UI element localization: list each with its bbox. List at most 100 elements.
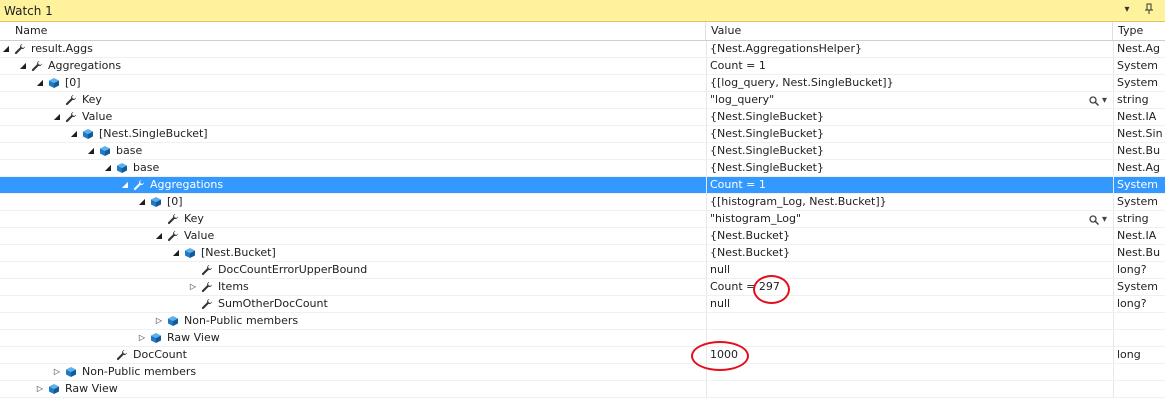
expand-arrow-icon[interactable]: ▷ (52, 366, 62, 378)
cube-icon (65, 366, 77, 378)
cube-icon (150, 332, 162, 344)
cube-icon (99, 145, 111, 157)
type-cell: Nest.Ag (1113, 41, 1165, 57)
row-value: {Nest.SingleBucket} (710, 161, 824, 174)
watch-row[interactable]: ◢ base {Nest.SingleBucket} Nest.Ag (0, 160, 1165, 177)
column-header-type[interactable]: Type (1113, 22, 1165, 40)
value-cell[interactable]: Count = 1 (706, 177, 1113, 193)
watch-row[interactable]: DocCount 1000 long (0, 347, 1165, 364)
type-cell: System (1113, 58, 1165, 74)
watch-row[interactable]: ◢ [0] {[histogram_Log, Nest.Bucket]} System (0, 194, 1165, 211)
watch-row[interactable]: ◢ base {Nest.SingleBucket} Nest.Bu (0, 143, 1165, 160)
value-cell[interactable]: {Nest.Bucket} (706, 245, 1113, 261)
collapse-arrow-icon[interactable]: ◢ (103, 162, 113, 174)
name-cell: Key (0, 211, 706, 227)
watch-row[interactable]: ◢ [0] {[log_query, Nest.SingleBucket]} Syst… (0, 75, 1165, 92)
watch-row[interactable]: ▷ Non-Public members (0, 364, 1165, 381)
wrench-icon (133, 179, 145, 191)
value-cell[interactable]: {Nest.SingleBucket} (706, 143, 1113, 159)
text-visualizer-magnifier-icon[interactable]: ▾ (1089, 93, 1107, 108)
wrench-icon (65, 94, 77, 106)
watch-row[interactable]: ◢ result.Aggs {Nest.AggregationsHelper} Nes… (0, 41, 1165, 58)
row-name: [0] (167, 195, 183, 208)
watch-window-titlebar: Watch 1 ▾ (0, 0, 1165, 22)
watch-row[interactable]: ◢ Value {Nest.Bucket} Nest.IA (0, 228, 1165, 245)
watch-row[interactable]: Key "histogram_Log" ▾ string (0, 211, 1165, 228)
value-cell[interactable] (706, 364, 1113, 380)
row-value: {Nest.SingleBucket} (710, 127, 824, 140)
collapse-arrow-icon[interactable]: ◢ (18, 60, 28, 72)
value-cell[interactable] (706, 313, 1113, 329)
column-header-name[interactable]: Name (10, 22, 706, 40)
row-value: "histogram_Log" (710, 212, 802, 225)
value-cell[interactable]: Count = 1 (706, 58, 1113, 74)
collapse-arrow-icon[interactable]: ◢ (1, 43, 11, 55)
watch-row[interactable]: SumOtherDocCount null long? (0, 296, 1165, 313)
value-cell[interactable] (706, 330, 1113, 346)
type-cell: Nest.Sin (1113, 126, 1165, 142)
chevron-down-icon[interactable]: ▾ (1120, 3, 1134, 17)
expand-arrow-icon[interactable]: ▷ (137, 332, 147, 344)
watch-row[interactable]: ▷ Raw View (0, 381, 1165, 398)
cube-icon (82, 128, 94, 140)
collapse-arrow-icon[interactable]: ◢ (154, 230, 164, 242)
text-visualizer-magnifier-icon[interactable]: ▾ (1089, 212, 1107, 227)
value-cell[interactable]: "log_query" ▾ (706, 92, 1113, 108)
row-name: [Nest.Bucket] (201, 246, 276, 259)
name-cell: ◢ Aggregations (0, 177, 706, 193)
value-cell[interactable]: {[histogram_Log, Nest.Bucket]} (706, 194, 1113, 210)
row-value: {Nest.Bucket} (710, 229, 791, 242)
value-cell[interactable]: {Nest.Bucket} (706, 228, 1113, 244)
value-cell[interactable]: {[log_query, Nest.SingleBucket]} (706, 75, 1113, 91)
value-cell[interactable]: "histogram_Log" ▾ (706, 211, 1113, 227)
value-cell[interactable]: {Nest.SingleBucket} (706, 160, 1113, 176)
type-cell: long? (1113, 296, 1165, 312)
watch-row[interactable]: ◢ Value {Nest.SingleBucket} Nest.IA (0, 109, 1165, 126)
row-name: Non-Public members (82, 365, 197, 378)
name-cell: ◢ Aggregations (0, 58, 706, 74)
value-cell[interactable]: 1000 (706, 347, 1113, 363)
watch-row[interactable]: ◢ [Nest.SingleBucket] {Nest.SingleBucket} N… (0, 126, 1165, 143)
pin-icon[interactable] (1142, 3, 1156, 17)
type-cell: string (1113, 211, 1165, 227)
type-cell: Nest.Bu (1113, 143, 1165, 159)
collapse-arrow-icon[interactable]: ◢ (171, 247, 181, 259)
expand-arrow-icon[interactable]: ▷ (154, 315, 164, 327)
annotation-circle-items-count (753, 275, 790, 304)
wrench-icon (65, 111, 77, 123)
collapse-arrow-icon[interactable]: ◢ (120, 179, 130, 191)
row-name: Raw View (167, 331, 220, 344)
value-cell[interactable]: {Nest.SingleBucket} (706, 109, 1113, 125)
value-cell[interactable] (706, 381, 1113, 397)
name-cell: SumOtherDocCount (0, 296, 706, 312)
value-cell[interactable]: {Nest.AggregationsHelper} (706, 41, 1113, 57)
expand-arrow-icon[interactable]: ▷ (188, 281, 198, 293)
row-name: Non-Public members (184, 314, 299, 327)
collapse-arrow-icon[interactable]: ◢ (137, 196, 147, 208)
watch-row[interactable]: ▷ Items Count = 297 System (0, 279, 1165, 296)
watch-row[interactable]: Key "log_query" ▾ string (0, 92, 1165, 109)
row-value: {[log_query, Nest.SingleBucket]} (710, 76, 894, 89)
value-cell[interactable]: {Nest.SingleBucket} (706, 126, 1113, 142)
chevron-down-icon[interactable]: ▾ (1102, 214, 1107, 225)
type-cell: Nest.IA (1113, 228, 1165, 244)
type-cell: Nest.IA (1113, 109, 1165, 125)
collapse-arrow-icon[interactable]: ◢ (86, 145, 96, 157)
expand-arrow-icon[interactable]: ▷ (35, 383, 45, 395)
row-name: base (116, 144, 143, 157)
column-header-value[interactable]: Value (706, 22, 1113, 40)
collapse-arrow-icon[interactable]: ◢ (35, 77, 45, 89)
watch-row[interactable]: DocCountErrorUpperBound null long? (0, 262, 1165, 279)
name-cell: ◢ [0] (0, 194, 706, 210)
watch-row[interactable]: ▷ Non-Public members (0, 313, 1165, 330)
watch-row[interactable]: ◢ Aggregations Count = 1 System (0, 58, 1165, 75)
collapse-arrow-icon[interactable]: ◢ (69, 128, 79, 140)
watch-row[interactable]: ▷ Raw View (0, 330, 1165, 347)
name-cell: ◢ [Nest.SingleBucket] (0, 126, 706, 142)
wrench-icon (167, 230, 179, 242)
watch-row[interactable]: ◢ [Nest.Bucket] {Nest.Bucket} Nest.Bu (0, 245, 1165, 262)
chevron-down-icon[interactable]: ▾ (1102, 95, 1107, 106)
row-name: Raw View (65, 382, 118, 395)
collapse-arrow-icon[interactable]: ◢ (52, 111, 62, 123)
watch-row[interactable]: ◢ Aggregations Count = 1 System (0, 177, 1165, 194)
